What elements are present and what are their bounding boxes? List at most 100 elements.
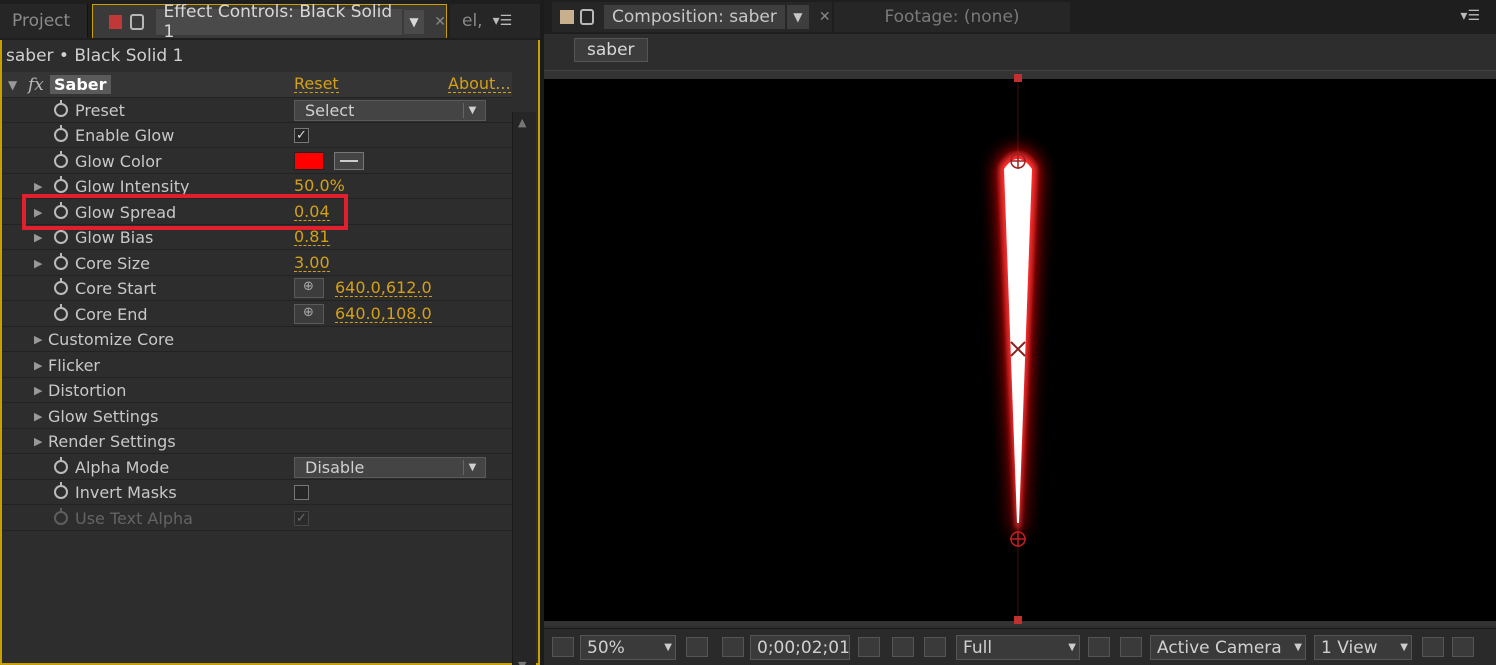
triangle-right-icon[interactable]: ▶ xyxy=(34,257,42,270)
viewer-toolbar: 50% ▼ 0;00;02;01 Full ▼ Active Camera ▼ … xyxy=(544,628,1496,665)
monitor-icon[interactable] xyxy=(552,637,574,657)
tab-other[interactable]: el, ▾☰ xyxy=(450,4,540,38)
person-icon[interactable] xyxy=(892,637,914,657)
scroll-down-icon[interactable]: ▼ xyxy=(518,659,526,665)
triangle-right-icon[interactable]: ▶ xyxy=(34,410,42,423)
fit-frame-icon[interactable] xyxy=(686,637,708,657)
glow-bias-value[interactable]: 0.81 xyxy=(294,228,330,246)
lock-icon[interactable] xyxy=(580,9,594,25)
chevron-down-icon: ▼ xyxy=(1400,642,1408,653)
timecode-display[interactable]: 0;00;02;01 xyxy=(750,635,850,660)
core-start-value[interactable]: 640.0,612.0 xyxy=(335,279,432,297)
eyedropper-icon[interactable] xyxy=(334,152,364,170)
stopwatch-icon[interactable] xyxy=(54,227,68,244)
crosshair-icon[interactable] xyxy=(294,278,324,298)
timeline-icon[interactable] xyxy=(1422,637,1444,657)
core-end-value[interactable]: 640.0,108.0 xyxy=(335,305,432,323)
stopwatch-icon[interactable] xyxy=(54,125,68,142)
group-row-render-settings[interactable]: ▶ Render Settings xyxy=(2,429,512,454)
scroll-up-icon[interactable]: ▲ xyxy=(518,116,526,129)
property-row-glow-color: Glow Color xyxy=(2,149,512,174)
property-row-core-end: Core End 640.0,108.0 xyxy=(2,302,512,327)
lock-icon[interactable] xyxy=(130,13,144,30)
tab-composition-label: Composition: saber xyxy=(604,5,785,29)
chevron-down-icon: ▼ xyxy=(664,642,672,653)
group-row-customize-core[interactable]: ▶ Customize Core xyxy=(2,327,512,352)
invert-masks-checkbox[interactable] xyxy=(294,484,309,500)
property-row-core-start: Core Start 640.0,612.0 xyxy=(2,276,512,301)
group-row-distortion[interactable]: ▶ Distortion xyxy=(2,378,512,403)
property-row-preset: Preset Select ▼ xyxy=(2,98,512,123)
path-handle-bottom[interactable] xyxy=(1014,616,1022,624)
stopwatch-icon xyxy=(54,508,68,525)
left-tab-bar: Project Effect Controls: Black Solid 1 ▼… xyxy=(0,0,540,42)
layer-color-icon xyxy=(109,14,123,29)
glow-spread-highlight-box xyxy=(22,194,348,230)
views-dropdown[interactable]: 1 View ▼ xyxy=(1314,635,1412,660)
group-row-flicker[interactable]: ▶ Flicker xyxy=(2,353,512,378)
stopwatch-icon[interactable] xyxy=(54,151,68,168)
crosshair-icon[interactable] xyxy=(294,304,324,324)
stopwatch-icon[interactable] xyxy=(54,100,68,117)
reset-link[interactable]: Reset xyxy=(294,76,339,93)
chevron-down-icon: ▼ xyxy=(463,102,481,118)
use-text-alpha-checkbox: ✓ xyxy=(294,510,309,526)
tab-composition[interactable]: Composition: saber ▼ ✕ xyxy=(552,2,832,32)
preset-dropdown[interactable]: Select ▼ xyxy=(294,99,486,121)
region-of-interest-icon[interactable] xyxy=(722,637,744,657)
core-size-value[interactable]: 3.00 xyxy=(294,254,330,272)
alpha-mode-dropdown[interactable]: Disable ▼ xyxy=(294,456,486,478)
zoom-dropdown[interactable]: 50% ▼ xyxy=(580,635,676,660)
triangle-right-icon[interactable]: ▶ xyxy=(34,231,42,244)
flowchart-icon[interactable] xyxy=(1452,637,1474,657)
panel-menu-icon[interactable]: ▾☰ xyxy=(1460,8,1480,24)
tab-project[interactable]: Project xyxy=(0,4,88,38)
viewer-canvas xyxy=(544,74,1496,624)
tab-footage[interactable]: Footage: (none) xyxy=(834,2,1070,32)
composition-panel: Composition: saber ▼ ✕ Footage: (none) ▾… xyxy=(544,0,1496,665)
vertical-scrollbar[interactable]: ▲ ▼ xyxy=(512,112,536,665)
triangle-right-icon[interactable]: ▶ xyxy=(34,180,42,193)
effect-controls-panel: Project Effect Controls: Black Solid 1 ▼… xyxy=(0,0,540,665)
right-tab-bar: Composition: saber ▼ ✕ Footage: (none) ▾… xyxy=(544,0,1496,34)
chevron-down-icon: ▼ xyxy=(1068,642,1076,653)
fx-icon[interactable]: fx xyxy=(28,75,44,95)
transparency-grid-icon[interactable] xyxy=(1120,637,1142,657)
tab-effect-controls[interactable]: Effect Controls: Black Solid 1 ▼ ✕ xyxy=(92,2,447,42)
effect-controls-body: saber • Black Solid 1 ▼ fx Saber Reset A… xyxy=(0,40,540,665)
triangle-right-icon[interactable]: ▶ xyxy=(34,333,42,346)
triangle-down-icon[interactable]: ▼ xyxy=(8,78,17,92)
triangle-right-icon[interactable]: ▶ xyxy=(34,384,42,397)
chevron-down-icon[interactable]: ▼ xyxy=(786,5,809,29)
tab-effect-controls-label: Effect Controls: Black Solid 1 xyxy=(155,2,402,42)
color-channels-icon[interactable] xyxy=(924,637,946,657)
triangle-right-icon[interactable]: ▶ xyxy=(34,435,42,448)
triangle-right-icon[interactable]: ▶ xyxy=(34,359,42,372)
stopwatch-icon[interactable] xyxy=(54,253,68,270)
composition-breadcrumb-button[interactable]: saber xyxy=(574,38,648,62)
effect-name[interactable]: Saber xyxy=(50,75,111,94)
camera-dropdown[interactable]: Active Camera ▼ xyxy=(1150,635,1306,660)
stopwatch-icon[interactable] xyxy=(54,304,68,321)
path-handle-top[interactable] xyxy=(1014,74,1022,82)
resolution-dropdown[interactable]: Full ▼ xyxy=(956,635,1080,660)
about-link[interactable]: About... xyxy=(448,76,511,93)
panel-menu-icon[interactable]: ▾☰ xyxy=(493,13,513,29)
fast-preview-icon[interactable] xyxy=(1088,637,1110,657)
chevron-down-icon[interactable]: ▼ xyxy=(403,9,425,34)
stopwatch-icon[interactable] xyxy=(54,482,68,499)
stopwatch-icon[interactable] xyxy=(54,278,68,295)
enable-glow-checkbox[interactable]: ✓ xyxy=(294,127,309,143)
glow-color-swatch[interactable] xyxy=(294,152,324,170)
stopwatch-icon[interactable] xyxy=(54,176,68,193)
property-row-invert-masks: Invert Masks xyxy=(2,480,512,505)
stopwatch-icon[interactable] xyxy=(54,457,68,474)
effect-header-row: ▼ fx Saber Reset About... xyxy=(2,72,512,98)
glow-intensity-value[interactable]: 50.0% xyxy=(294,177,345,195)
property-row-enable-glow: Enable Glow ✓ xyxy=(2,123,512,148)
camera-icon[interactable] xyxy=(858,637,880,657)
composition-viewer[interactable] xyxy=(544,70,1496,626)
group-row-glow-settings[interactable]: ▶ Glow Settings xyxy=(2,404,512,429)
close-icon[interactable]: ✕ xyxy=(819,9,831,25)
close-icon[interactable]: ✕ xyxy=(434,14,446,30)
